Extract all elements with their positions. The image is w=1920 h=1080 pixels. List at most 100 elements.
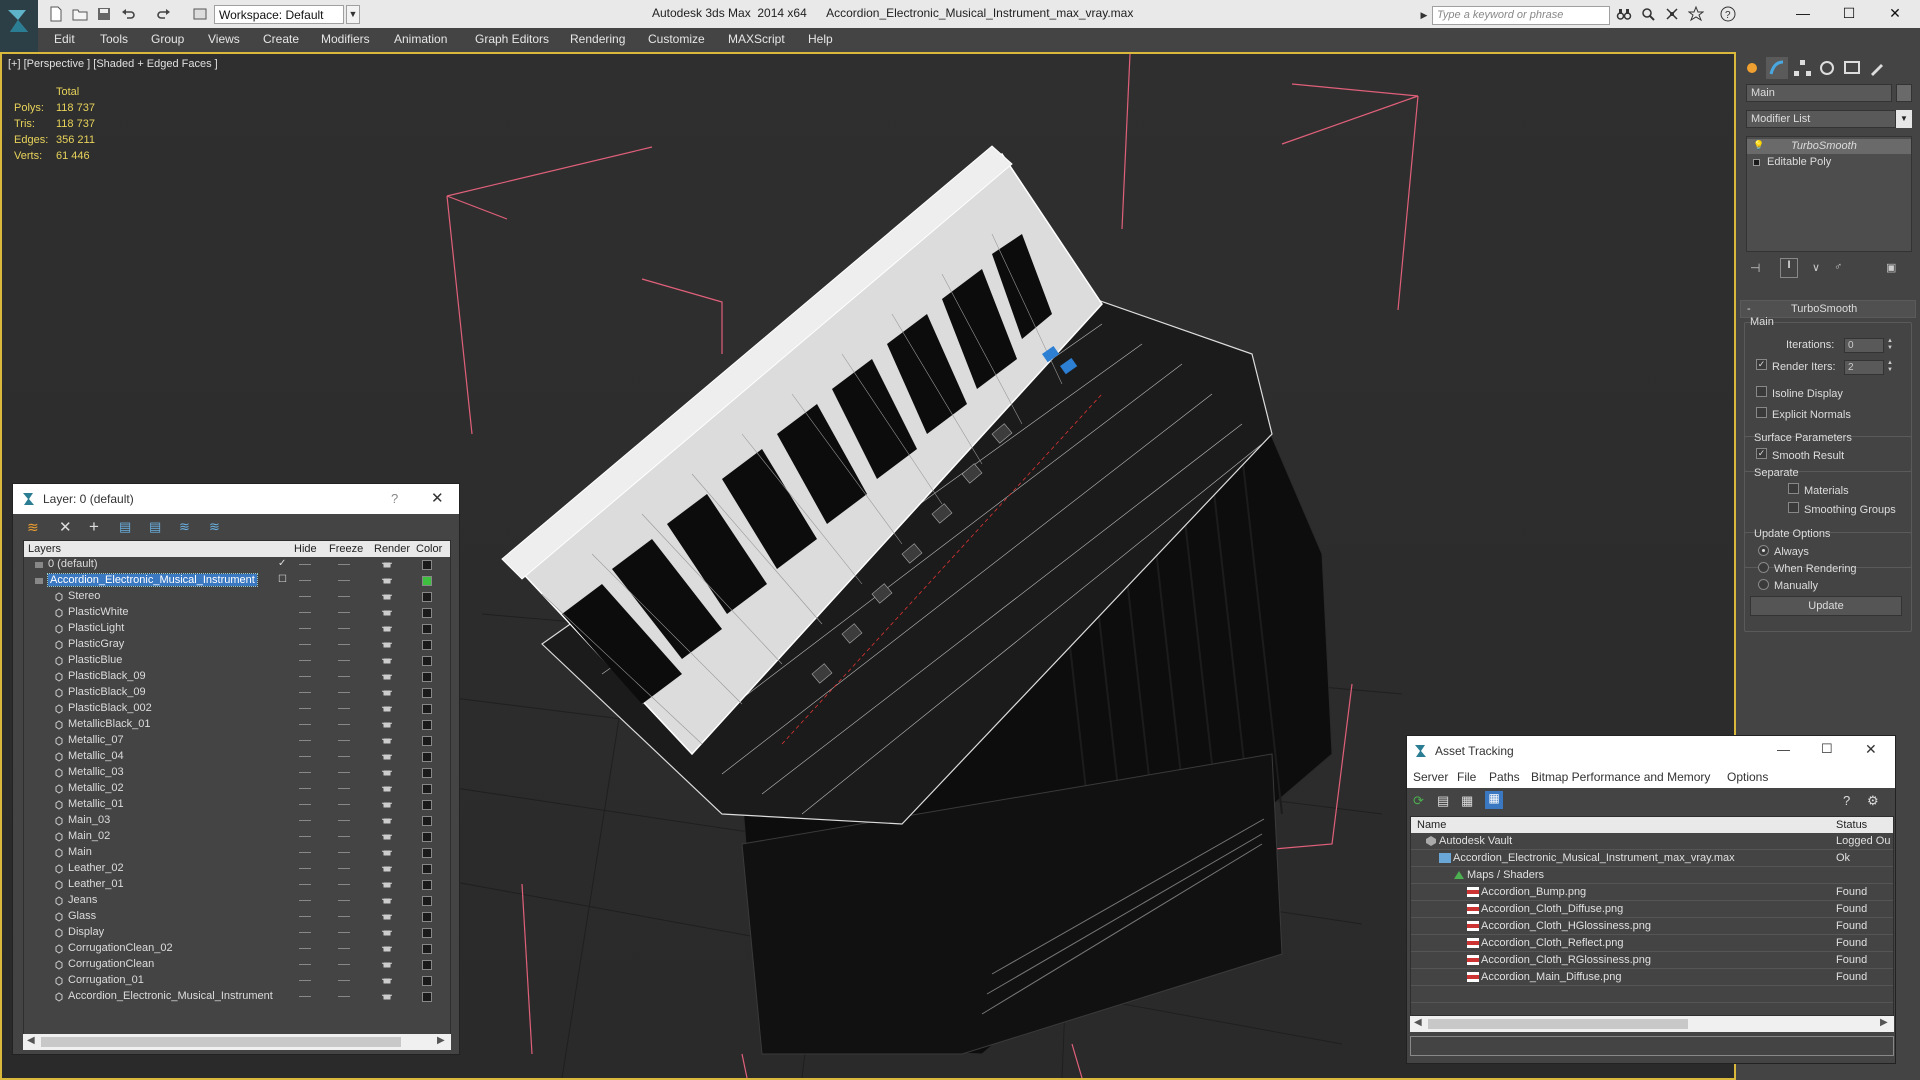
maximize-button[interactable]: ☐ <box>1826 0 1872 28</box>
asset-menu-bitmap-performance[interactable]: Bitmap Performance and Memory <box>1531 770 1710 784</box>
asset-menu-file[interactable]: File <box>1457 770 1476 784</box>
make-unique-icon[interactable]: ∨ <box>1812 261 1820 274</box>
layer-dialog-titlebar[interactable]: Layer: 0 (default) ? ✕ <box>13 484 459 514</box>
isoline-display-checkbox[interactable] <box>1756 386 1767 397</box>
hide-toggle[interactable] <box>299 916 311 917</box>
render-teapot-icon[interactable] <box>381 976 393 985</box>
update-always-radio[interactable] <box>1758 545 1769 556</box>
menu-graph-editors[interactable]: Graph Editors <box>475 32 549 46</box>
layer-color-swatch[interactable] <box>422 624 432 634</box>
render-teapot-icon[interactable] <box>381 736 393 745</box>
layer-row[interactable]: Metallic_04 <box>24 749 450 765</box>
modify-tab-icon[interactable] <box>1766 57 1788 79</box>
layer-color-swatch[interactable] <box>422 576 432 586</box>
freeze-toggle[interactable] <box>338 964 350 965</box>
layer-color-swatch[interactable] <box>422 992 432 1002</box>
col-freeze[interactable]: Freeze <box>329 543 363 555</box>
asset-row[interactable]: Accordion_Electronic_Musical_Instrument_… <box>1411 850 1893 867</box>
asset-dialog-minimize-button[interactable]: — <box>1777 742 1790 757</box>
freeze-toggle[interactable] <box>338 724 350 725</box>
freeze-toggle[interactable] <box>338 948 350 949</box>
expand-icon[interactable] <box>1753 159 1760 166</box>
freeze-toggle[interactable] <box>338 740 350 741</box>
modifier-list-dropdown[interactable]: Modifier List <box>1746 110 1896 128</box>
scrollbar-thumb[interactable] <box>41 1037 401 1047</box>
layer-row[interactable]: Leather_02 <box>24 861 450 877</box>
highlight-selected-icon[interactable]: ▤ <box>149 519 161 535</box>
render-teapot-icon[interactable] <box>381 992 393 1001</box>
asset-menu-server[interactable]: Server <box>1413 770 1448 784</box>
render-teapot-icon[interactable] <box>381 832 393 841</box>
menu-rendering[interactable]: Rendering <box>570 32 625 46</box>
render-iters-spinner-arrows-icon[interactable]: ▲ ▼ <box>1886 360 1894 375</box>
scroll-left-icon[interactable]: ◀ <box>27 1035 35 1046</box>
layer-row[interactable]: Jeans <box>24 893 450 909</box>
hide-toggle[interactable] <box>299 628 311 629</box>
layer-row[interactable]: PlasticLight <box>24 621 450 637</box>
asset-dialog-close-button[interactable]: ✕ <box>1865 741 1877 758</box>
freeze-toggle[interactable] <box>338 900 350 901</box>
scrollbar-thumb[interactable] <box>1428 1019 1688 1029</box>
asset-row[interactable]: Autodesk Vault Logged Ou <box>1411 833 1893 850</box>
col-name[interactable]: Name <box>1417 819 1446 831</box>
render-teapot-icon[interactable] <box>381 944 393 953</box>
freeze-toggle[interactable] <box>338 612 350 613</box>
thumbnail-view-icon[interactable]: ▦ <box>1461 793 1473 809</box>
freeze-toggle[interactable] <box>338 676 350 677</box>
menu-tools[interactable]: Tools <box>100 32 128 46</box>
hide-toggle[interactable] <box>299 644 311 645</box>
add-to-layer-icon[interactable]: + <box>89 517 99 537</box>
render-teapot-icon[interactable] <box>381 560 393 569</box>
layer-color-swatch[interactable] <box>422 944 432 954</box>
asset-dialog-maximize-button[interactable]: ☐ <box>1821 741 1833 757</box>
hide-toggle[interactable] <box>299 676 311 677</box>
viewport-label[interactable]: [+] [Perspective ] [Shaded + Edged Faces… <box>8 58 218 70</box>
workspace-select[interactable]: Workspace: Default <box>214 5 344 24</box>
render-teapot-icon[interactable] <box>381 576 393 585</box>
freeze-toggle[interactable] <box>338 852 350 853</box>
asset-menu-options[interactable]: Options <box>1727 770 1768 784</box>
render-teapot-icon[interactable] <box>381 896 393 905</box>
layer-color-swatch[interactable] <box>422 656 432 666</box>
search-expand-icon[interactable]: ▶ <box>1418 6 1430 25</box>
render-teapot-icon[interactable] <box>381 880 393 889</box>
hide-toggle[interactable] <box>299 740 311 741</box>
render-teapot-icon[interactable] <box>381 672 393 681</box>
asset-row[interactable]: Accordion_Main_Diffuse.png Found <box>1411 969 1893 986</box>
settings-icon[interactable]: ⚙ <box>1867 793 1879 809</box>
layer-color-swatch[interactable] <box>422 896 432 906</box>
hide-toggle[interactable] <box>299 900 311 901</box>
render-teapot-icon[interactable] <box>381 768 393 777</box>
asset-row[interactable]: Accordion_Cloth_Diffuse.png Found <box>1411 901 1893 918</box>
render-teapot-icon[interactable] <box>381 752 393 761</box>
update-button[interactable]: Update <box>1750 596 1902 616</box>
freeze-toggle[interactable] <box>338 708 350 709</box>
new-file-icon[interactable] <box>48 6 64 22</box>
hide-toggle[interactable] <box>299 724 311 725</box>
hide-toggle[interactable] <box>299 948 311 949</box>
freeze-toggle[interactable] <box>338 884 350 885</box>
favorites-star-icon[interactable] <box>1687 5 1705 22</box>
layer-row[interactable]: CorrugationClean_02 <box>24 941 450 957</box>
freeze-all-layers-icon[interactable]: ≋ <box>209 519 220 535</box>
layer-color-swatch[interactable] <box>422 592 432 602</box>
object-name-field[interactable]: Main <box>1746 84 1892 102</box>
smooth-result-checkbox[interactable]: ✓ <box>1756 448 1767 459</box>
layer-color-swatch[interactable] <box>422 768 432 778</box>
scroll-right-icon[interactable]: ▶ <box>1880 1017 1888 1028</box>
col-layers[interactable]: Layers <box>28 543 61 555</box>
layer-row[interactable]: Main <box>24 845 450 861</box>
refresh-icon[interactable]: ⟳ <box>1413 793 1424 809</box>
layer-row[interactable]: Accordion_Electronic_Musical_Instrument ☐ <box>24 573 450 589</box>
freeze-toggle[interactable] <box>338 628 350 629</box>
render-iters-checkbox[interactable]: ✓ <box>1756 359 1767 370</box>
layer-row[interactable]: Main_02 <box>24 829 450 845</box>
layer-row[interactable]: Accordion_Electronic_Musical_Instrument <box>24 989 450 1005</box>
layer-row[interactable]: PlasticBlack_09 <box>24 685 450 701</box>
layer-color-swatch[interactable] <box>422 880 432 890</box>
redo-icon[interactable] <box>156 6 172 22</box>
delete-layer-icon[interactable]: ✕ <box>59 518 72 536</box>
scroll-left-icon[interactable]: ◀ <box>1414 1017 1422 1028</box>
layer-color-swatch[interactable] <box>422 960 432 970</box>
hide-all-layers-icon[interactable]: ≋ <box>179 519 190 535</box>
